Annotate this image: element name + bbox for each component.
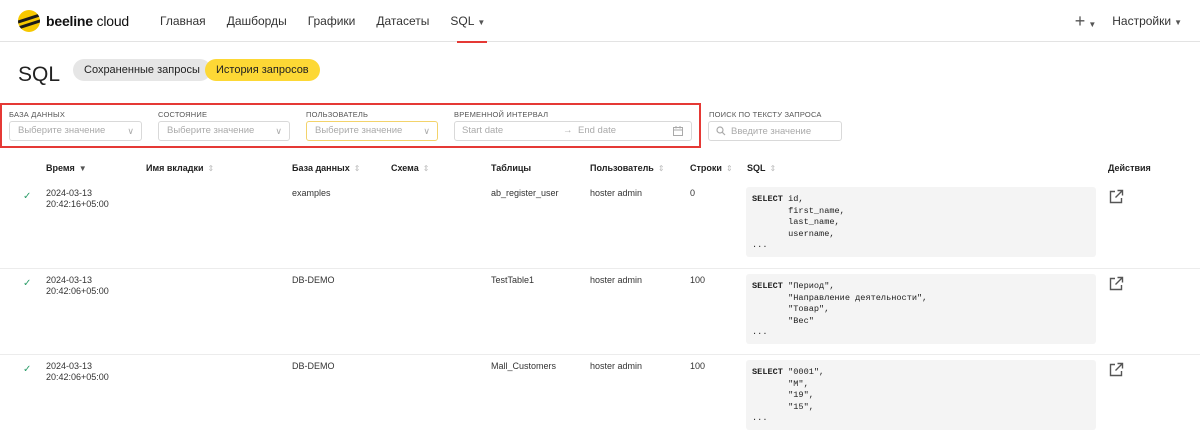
database-select[interactable]: Выберите значение ∨: [9, 121, 142, 141]
chevron-down-icon: ▼: [477, 18, 486, 27]
row-user: hoster admin: [590, 275, 643, 285]
main-nav: Главная Дашборды Графики Датасеты SQL ▼: [160, 0, 506, 43]
filter-label-interval: ВРЕМЕННОЙ ИНТЕРВАЛ: [454, 110, 549, 119]
state-select[interactable]: Выберите значение ∨: [158, 121, 290, 141]
row-time: 2024-03-13 20:42:16+05:00: [46, 188, 109, 209]
user-select[interactable]: Выберите значение ∨: [306, 121, 438, 141]
date-range-picker[interactable]: Start date → End date: [454, 121, 692, 141]
sql-preview[interactable]: SELECT "0001", "M", "19", "15", ...: [746, 360, 1096, 430]
row-tables: ab_register_user: [491, 188, 559, 198]
row-rows-count: 100: [690, 361, 706, 371]
query-text-search-input[interactable]: Введите значение: [708, 121, 842, 141]
page-title: SQL: [18, 63, 61, 86]
row-divider: [0, 354, 1200, 355]
start-date-input[interactable]: Start date: [462, 125, 503, 136]
column-header-time[interactable]: Время ▼: [46, 163, 87, 173]
row-user: hoster admin: [590, 361, 643, 371]
filter-label-search: ПОИСК ПО ТЕКСТУ ЗАПРОСА: [709, 110, 822, 119]
logo[interactable]: beeline cloud: [18, 10, 129, 32]
external-link-icon[interactable]: [1108, 189, 1124, 205]
chevron-down-icon: ∨: [423, 126, 430, 136]
end-date-input[interactable]: End date: [578, 125, 616, 136]
success-check-icon: ✓: [23, 278, 32, 289]
row-divider: [0, 268, 1200, 269]
column-header-tab-name[interactable]: Имя вкладки ⇕: [146, 163, 214, 173]
sort-icon: ⇕: [657, 164, 665, 173]
calendar-icon: [673, 126, 683, 136]
nav-item-sql[interactable]: SQL ▼: [450, 0, 488, 43]
sort-icon: ⇕: [207, 164, 215, 173]
row-database: examples: [292, 188, 331, 198]
brand-name: beeline cloud: [46, 13, 130, 29]
chevron-down-icon: ▼: [1088, 19, 1097, 29]
chevron-down-icon: ▼: [1174, 18, 1182, 27]
settings-menu[interactable]: Настройки ▼: [1112, 14, 1182, 28]
nav-item-datasets[interactable]: Датасеты: [376, 0, 429, 42]
success-check-icon: ✓: [23, 364, 32, 375]
filter-label-state: СОСТОЯНИЕ: [158, 110, 208, 119]
row-rows-count: 100: [690, 275, 706, 285]
column-header-actions: Действия: [1108, 163, 1151, 173]
plus-icon: +: [1074, 10, 1086, 31]
column-header-database[interactable]: База данных ⇕: [292, 163, 360, 173]
sql-preview[interactable]: SELECT "Период", "Направление деятельнос…: [746, 274, 1096, 344]
row-tables: Mall_Customers: [491, 361, 557, 371]
column-header-tables: Таблицы: [491, 163, 532, 173]
range-arrow-icon: →: [563, 125, 573, 136]
tab-query-history[interactable]: История запросов: [205, 59, 320, 81]
sort-desc-icon: ▼: [78, 164, 87, 173]
tab-saved-queries[interactable]: Сохраненные запросы: [73, 59, 211, 81]
external-link-icon[interactable]: [1108, 276, 1124, 292]
add-menu[interactable]: + ▼: [1075, 11, 1096, 32]
search-icon: [716, 126, 726, 136]
nav-item-dashboards[interactable]: Дашборды: [227, 0, 287, 42]
header-actions: + ▼ Настройки ▼: [1075, 0, 1182, 42]
sort-icon: ⇕: [353, 164, 361, 173]
column-header-schema[interactable]: Схема ⇕: [391, 163, 429, 173]
sql-preview[interactable]: SELECT id, first_name, last_name, userna…: [746, 187, 1096, 257]
column-header-sql[interactable]: SQL ⇕: [747, 163, 776, 173]
row-tables: TestTable1: [491, 275, 535, 285]
sort-icon: ⇕: [725, 164, 733, 173]
row-rows-count: 0: [690, 188, 696, 198]
filter-label-database: БАЗА ДАННЫХ: [9, 110, 66, 119]
column-header-rows[interactable]: Строки ⇕: [690, 163, 733, 173]
sort-icon: ⇕: [769, 164, 777, 173]
chevron-down-icon: ∨: [127, 126, 134, 136]
external-link-icon[interactable]: [1108, 362, 1124, 378]
row-time: 2024-03-13 20:42:06+05:00: [46, 361, 109, 382]
sort-icon: ⇕: [422, 164, 430, 173]
nav-item-charts[interactable]: Графики: [308, 0, 356, 42]
row-user: hoster admin: [590, 188, 643, 198]
nav-item-home[interactable]: Главная: [160, 0, 206, 42]
row-database: DB-DEMO: [292, 275, 335, 285]
chevron-down-icon: ∨: [275, 126, 282, 136]
top-bar: beeline cloud Главная Дашборды Графики Д…: [0, 0, 1200, 43]
row-time: 2024-03-13 20:42:06+05:00: [46, 275, 109, 296]
row-database: DB-DEMO: [292, 361, 335, 371]
beeline-logo-icon: [18, 10, 40, 32]
success-check-icon: ✓: [23, 191, 32, 202]
column-header-user[interactable]: Пользователь ⇕: [590, 163, 665, 173]
filter-label-user: ПОЛЬЗОВАТЕЛЬ: [306, 110, 369, 119]
